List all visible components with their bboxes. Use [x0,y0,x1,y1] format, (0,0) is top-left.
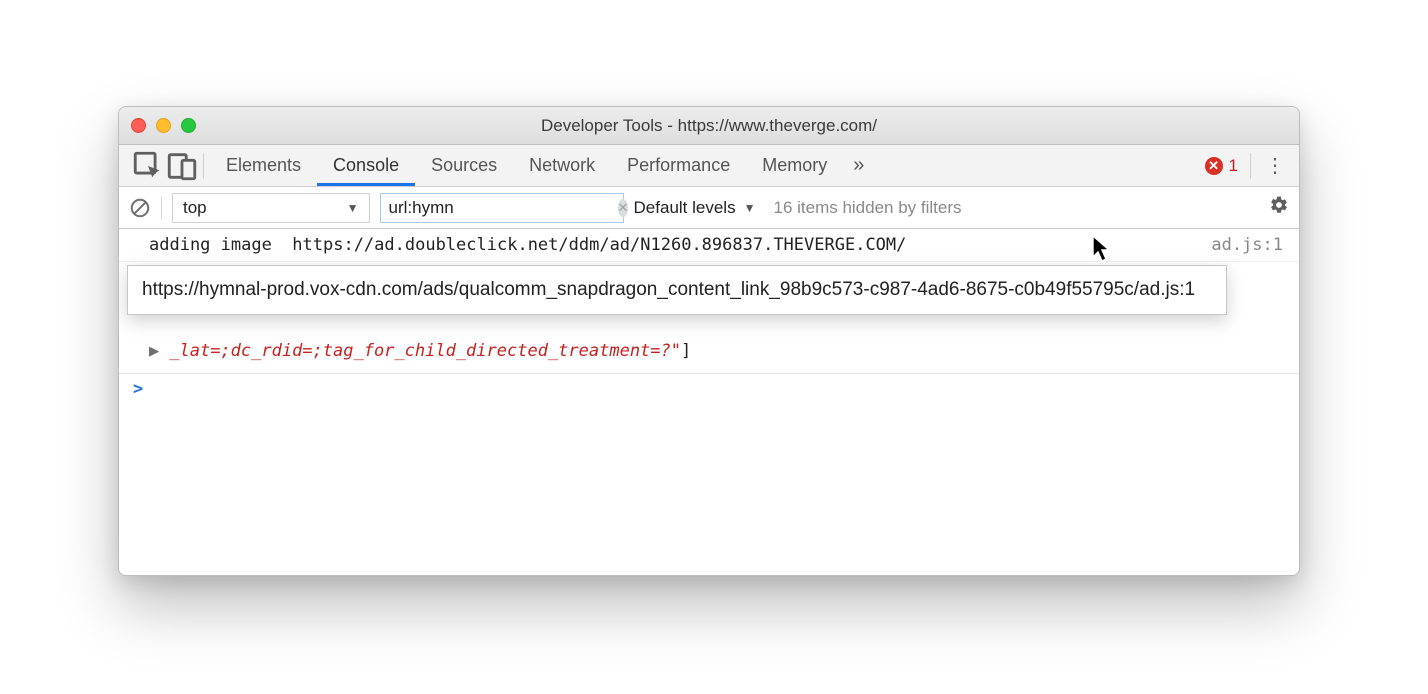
console-settings-icon[interactable] [1269,195,1289,220]
console-prompt-caret-icon[interactable]: > [133,379,143,399]
device-toolbar-icon[interactable] [165,149,199,183]
hidden-items-message: 16 items hidden by filters [765,198,1259,218]
console-log-row[interactable]: adding image https://ad.doubleclick.net/… [119,229,1299,262]
tab-console[interactable]: Console [317,145,415,186]
traffic-lights [131,118,196,133]
kebab-menu-icon[interactable]: ⋮ [1257,153,1293,178]
window-title: Developer Tools - https://www.theverge.c… [119,116,1299,136]
divider [203,153,204,179]
clear-filter-icon[interactable]: ✕ [618,199,629,217]
dropdown-triangle-icon: ▼ [347,201,359,215]
more-tabs-button[interactable]: » [843,154,874,177]
tab-memory[interactable]: Memory [746,145,843,186]
error-count: 1 [1229,156,1238,176]
tab-performance[interactable]: Performance [611,145,746,186]
levels-label: Default levels [634,198,736,218]
close-window-button[interactable] [131,118,146,133]
execution-context-selector[interactable]: top ▼ [172,193,370,223]
console-log-row[interactable]: ▶ _lat=;dc_rdid=;tag_for_child_directed_… [149,341,1283,361]
tab-network[interactable]: Network [513,145,611,186]
clear-console-icon[interactable] [129,197,151,219]
divider [1250,153,1251,179]
dropdown-triangle-icon: ▼ [744,201,756,215]
panel-tabs: Elements Console Sources Network Perform… [210,145,843,186]
log-message: adding image https://ad.doubleclick.net/… [149,235,1197,255]
minimize-window-button[interactable] [156,118,171,133]
log-source-link[interactable]: ad.js:1 [1197,235,1283,255]
console-filterbar: top ▼ ✕ Default levels ▼ 16 items hidden… [119,187,1299,229]
titlebar: Developer Tools - https://www.theverge.c… [119,107,1299,145]
tab-elements[interactable]: Elements [210,145,317,186]
array-close-bracket: ] [681,341,691,361]
row-divider [119,373,1299,374]
log-levels-selector[interactable]: Default levels ▼ [634,198,756,218]
error-count-badge[interactable]: ✕ 1 [1197,156,1246,176]
tab-sources[interactable]: Sources [415,145,513,186]
log-message-fragment: _lat=;dc_rdid=;tag_for_child_directed_tr… [169,341,681,361]
console-output: adding image https://ad.doubleclick.net/… [119,229,1299,575]
console-filter-input[interactable] [389,198,610,218]
source-url-tooltip: https://hymnal-prod.vox-cdn.com/ads/qual… [127,265,1227,315]
devtools-window: Developer Tools - https://www.theverge.c… [118,106,1300,576]
console-filter-input-container[interactable]: ✕ [380,193,624,223]
context-label: top [183,198,207,218]
zoom-window-button[interactable] [181,118,196,133]
inspect-element-icon[interactable] [131,149,165,183]
devtools-tabbar: Elements Console Sources Network Perform… [119,145,1299,187]
expand-object-caret-icon[interactable]: ▶ [149,341,159,361]
divider [161,196,162,220]
error-icon: ✕ [1205,157,1223,175]
